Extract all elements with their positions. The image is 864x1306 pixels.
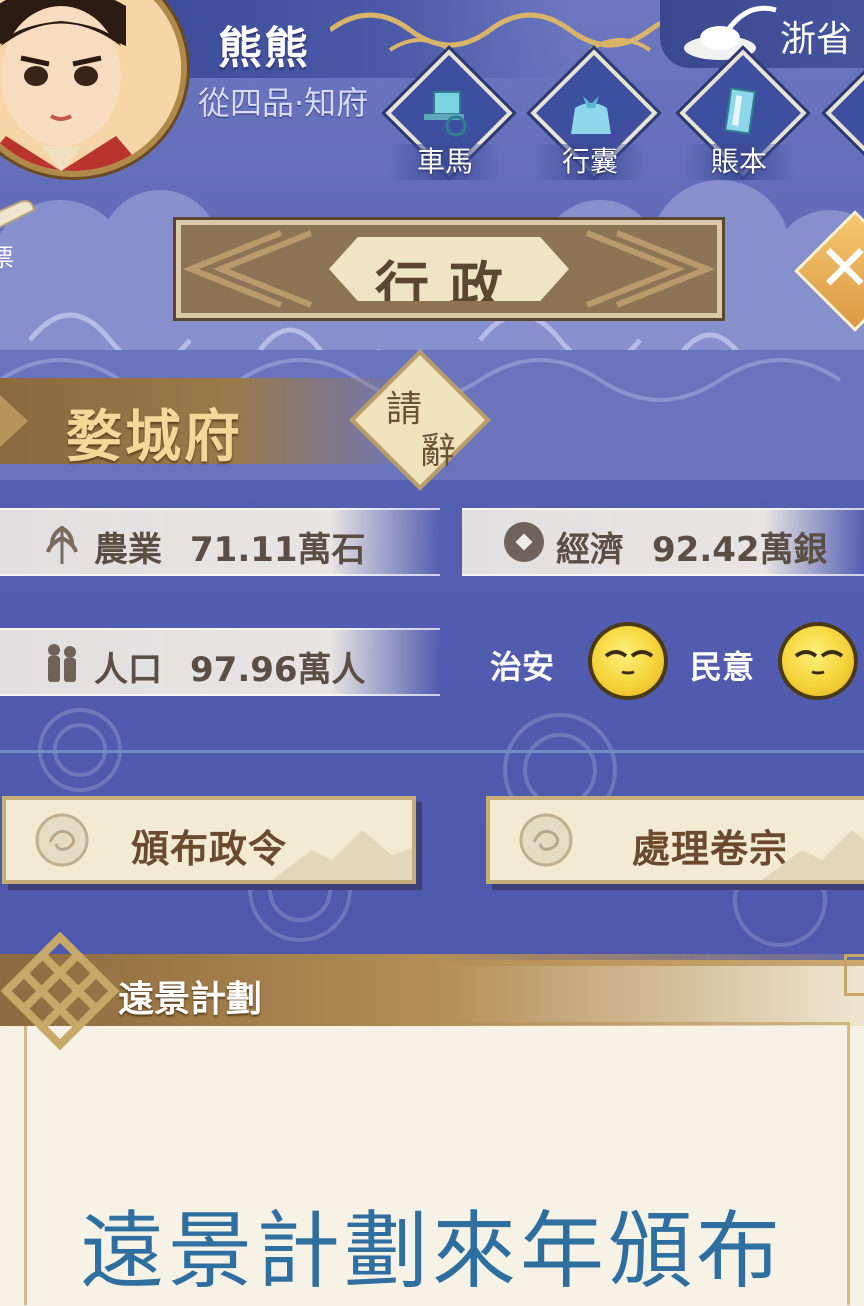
nav-label: 車馬 <box>390 144 500 180</box>
coin-icon <box>504 522 544 562</box>
people-icon <box>48 644 76 682</box>
stat-value: 71.11萬石 <box>190 530 366 570</box>
nav-label: 行囊 <box>535 144 645 180</box>
calm-face-icon <box>794 650 844 675</box>
city-name: 婺城府 <box>66 405 243 470</box>
stat-economy: 經濟 92.42萬銀 <box>462 508 864 576</box>
handle-cases-button[interactable]: 處理卷宗 <box>486 796 864 884</box>
order-face-icon[interactable] <box>588 622 668 700</box>
stat-value: 92.42萬銀 <box>652 530 828 570</box>
stat-label: 人口 <box>94 650 162 690</box>
panel-corner-ornament <box>844 954 864 996</box>
stat-label: 農業 <box>94 530 162 570</box>
stat-agriculture: 農業 71.11萬石 <box>0 508 440 576</box>
issue-decree-button[interactable]: 頒布政令 <box>2 796 416 884</box>
stat-value: 97.96萬人 <box>190 650 366 690</box>
ink-stone-icon <box>684 5 777 60</box>
bundle-icon <box>571 96 611 134</box>
order-label: 治安 <box>490 648 555 686</box>
nav-ledger[interactable]: 賬本 <box>679 49 807 188</box>
resign-label-2: 辭 <box>420 431 457 472</box>
carriage-icon <box>424 91 467 137</box>
player-name: 熊熊 <box>218 23 310 74</box>
nav-carriage[interactable]: 車馬 <box>385 49 513 188</box>
nav-bundle[interactable]: 行囊 <box>530 49 658 188</box>
plan-message: 遠景計劃來年頒布 <box>79 1202 784 1300</box>
title-banner: 行政 <box>176 220 722 318</box>
people-label: 民意 <box>690 648 755 686</box>
section-divider <box>0 750 864 753</box>
side-scroll-label: 票 <box>0 244 14 272</box>
mountain-decoration <box>272 830 412 880</box>
people-face-icon[interactable] <box>778 622 858 700</box>
plan-title: 遠景計劃 <box>118 979 263 1020</box>
resign-label-1: 請 <box>386 389 423 430</box>
title-plate: 行政 <box>329 237 569 301</box>
close-icon: ✕ <box>818 232 864 306</box>
endless-knot-icon <box>0 932 120 1050</box>
province-label: 浙省 <box>780 19 853 60</box>
mountain-decoration <box>762 830 864 880</box>
nav-frame <box>825 49 864 177</box>
stat-population: 人口 97.96萬人 <box>0 628 440 696</box>
player-rank: 從四品·知府 <box>198 84 369 122</box>
stat-label: 經濟 <box>556 530 624 570</box>
wheat-icon <box>46 526 78 564</box>
nav-more[interactable] <box>825 49 864 188</box>
ledger-icon <box>724 87 757 135</box>
nav-label: 賬本 <box>684 144 794 180</box>
calm-face-icon <box>604 650 654 675</box>
